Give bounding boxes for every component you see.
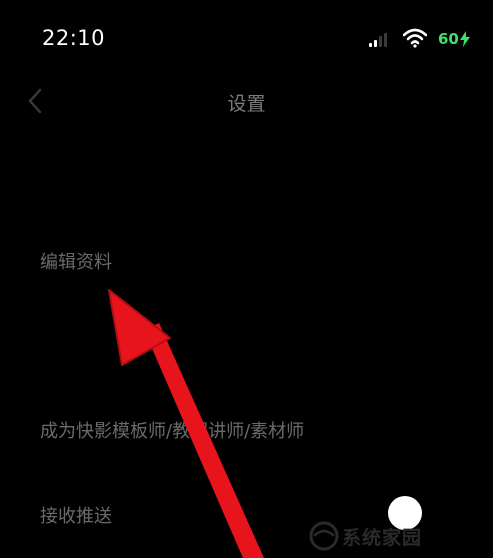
settings-item-receive-push: 接收推送 xyxy=(40,506,112,527)
arrow-head xyxy=(108,289,171,366)
wifi-icon xyxy=(403,28,427,48)
watermark-logo-icon xyxy=(309,521,339,551)
page-title: 设置 xyxy=(227,93,266,115)
clock: 22:10 xyxy=(42,26,106,50)
battery-charging-icon xyxy=(459,31,470,47)
navigation-bar: 设置 xyxy=(0,80,493,124)
status-bar: 22:10 60 xyxy=(0,0,493,80)
battery-indicator: 60 xyxy=(438,28,470,50)
watermark: 系统家园 xyxy=(308,514,493,558)
settings-item-become-creator[interactable]: 成为快影模板师/教程讲师/素材师 xyxy=(40,417,304,443)
watermark-text: 系统家园 xyxy=(342,526,423,549)
signal-icon xyxy=(369,33,387,47)
settings-item-edit-profile[interactable]: 编辑资料 xyxy=(40,248,112,274)
battery-level: 60 xyxy=(438,30,459,48)
